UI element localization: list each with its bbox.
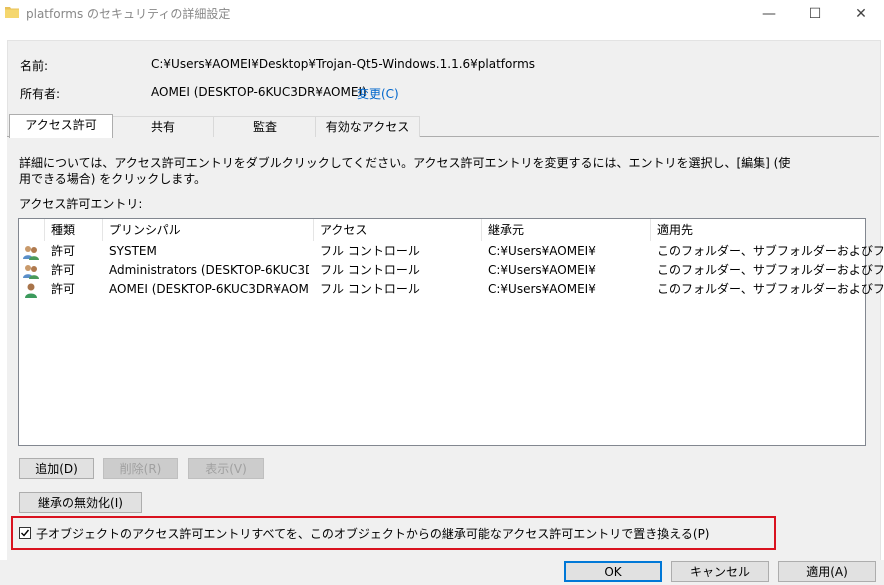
single-user-icon [25, 283, 37, 298]
row-applies-to: このフォルダー、サブフォルダーおよびファイル [657, 244, 884, 258]
row-type: 許可 [51, 282, 76, 296]
tab-effective-access[interactable]: 有効なアクセス [315, 116, 420, 137]
row-access: フル コントロール [320, 263, 420, 277]
replace-checkbox[interactable] [19, 527, 31, 539]
apply-button[interactable]: 適用(A) [778, 561, 876, 582]
check-icon [21, 529, 30, 537]
column-principal[interactable]: プリンシパル [103, 219, 314, 241]
table-row[interactable]: 許可 Administrators (DESKTOP-6KUC3DR... フル… [19, 261, 884, 280]
tab-permissions[interactable]: アクセス許可 [9, 114, 113, 138]
folder-icon [5, 7, 19, 18]
row-inherited-from: C:¥Users¥AOMEI¥ [488, 244, 596, 258]
row-inherited-from: C:¥Users¥AOMEI¥ [488, 282, 596, 296]
title-bar: platforms のセキュリティの詳細設定 — ☐ ✕ [0, 0, 884, 28]
name-label: 名前: [20, 59, 49, 73]
group-users-icon [23, 246, 39, 260]
permission-entries-list[interactable]: 種類 プリンシパル アクセス 継承元 適用先 許可 SYSTEM フル コントロ… [18, 218, 884, 446]
row-access: フル コントロール [320, 282, 420, 296]
description-line1: 詳細については、アクセス許可エントリをダブルクリックしてください。アクセス許可エ… [19, 156, 791, 170]
disable-inheritance-button[interactable]: 継承の無効化(I) [19, 492, 142, 513]
tab-sharing[interactable]: 共有 [111, 116, 215, 137]
column-type[interactable]: 種類 [45, 219, 103, 241]
name-value: C:¥Users¥AOMEI¥Desktop¥Trojan-Qt5-Window… [151, 57, 536, 71]
description-line2: 用できる場合) をクリックします。 [19, 172, 207, 186]
owner-value: AOMEI (DESKTOP-6KUC3DR¥AOMEI) [151, 85, 367, 99]
owner-label: 所有者: [20, 87, 61, 101]
table-row[interactable]: 許可 SYSTEM フル コントロール C:¥Users¥AOMEI¥ このフォ… [19, 242, 884, 261]
remove-button[interactable]: 削除(R) [103, 458, 178, 479]
group-users-icon [23, 265, 39, 279]
row-type: 許可 [51, 263, 76, 277]
replace-checkbox-label[interactable]: 子オブジェクトのアクセス許可エントリすべてを、このオブジェクトからの継承可能なア… [36, 525, 710, 542]
row-applies-to: このフォルダー、サブフォルダーおよびファイル [657, 282, 884, 296]
close-button[interactable]: ✕ [838, 0, 884, 28]
change-owner-link[interactable]: 変更(C) [357, 85, 399, 102]
window-title: platforms のセキュリティの詳細設定 [26, 7, 231, 21]
row-type: 許可 [51, 244, 76, 258]
table-row[interactable]: 許可 AOMEI (DESKTOP-6KUC3DR¥AOMEI) フル コントロ… [19, 280, 884, 299]
ok-button[interactable]: OK [564, 561, 662, 582]
row-principal: SYSTEM [109, 244, 157, 258]
row-access: フル コントロール [320, 244, 420, 258]
row-principal: AOMEI (DESKTOP-6KUC3DR¥AOMEI) [109, 282, 309, 296]
column-applies-to[interactable]: 適用先 [651, 219, 865, 241]
column-icon [19, 219, 45, 241]
maximize-button[interactable]: ☐ [792, 0, 838, 28]
view-button[interactable]: 表示(V) [188, 458, 264, 479]
row-principal: Administrators (DESKTOP-6KUC3DR... [109, 263, 309, 277]
minimize-button[interactable]: — [746, 0, 792, 28]
cancel-button[interactable]: キャンセル [671, 561, 769, 582]
column-access[interactable]: アクセス [314, 219, 482, 241]
add-button[interactable]: 追加(D) [19, 458, 94, 479]
row-applies-to: このフォルダー、サブフォルダーおよびファイル [657, 263, 884, 277]
column-inherited-from[interactable]: 継承元 [482, 219, 651, 241]
row-inherited-from: C:¥Users¥AOMEI¥ [488, 263, 596, 277]
entries-label: アクセス許可エントリ: [19, 197, 143, 211]
tab-auditing[interactable]: 監査 [213, 116, 317, 137]
